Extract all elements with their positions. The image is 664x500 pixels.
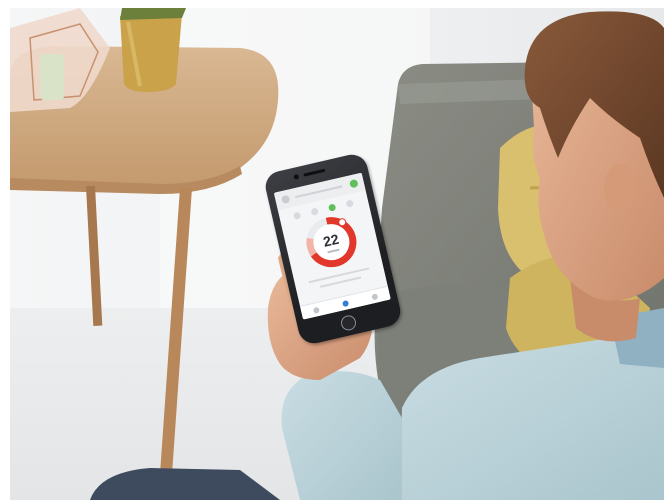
- mode-icon[interactable]: [292, 211, 302, 220]
- temperature-dial[interactable]: 22: [301, 212, 362, 273]
- header-title-line: [295, 185, 343, 199]
- temperature-value: 22: [321, 230, 341, 250]
- brass-vase: [120, 8, 186, 92]
- mode-icon[interactable]: [327, 203, 337, 212]
- photo-frame: 22: [10, 8, 664, 500]
- menu-icon[interactable]: [280, 194, 291, 205]
- temperature-unit-line: [327, 248, 340, 254]
- dial-center: 22: [309, 220, 354, 264]
- photo: 22: [0, 0, 664, 500]
- tab-icon[interactable]: [371, 293, 379, 301]
- mode-icon[interactable]: [310, 207, 319, 216]
- tab-icon[interactable]: [341, 299, 350, 308]
- status-icon[interactable]: [349, 178, 359, 189]
- mode-icon[interactable]: [345, 199, 354, 208]
- tab-icon[interactable]: [312, 306, 320, 314]
